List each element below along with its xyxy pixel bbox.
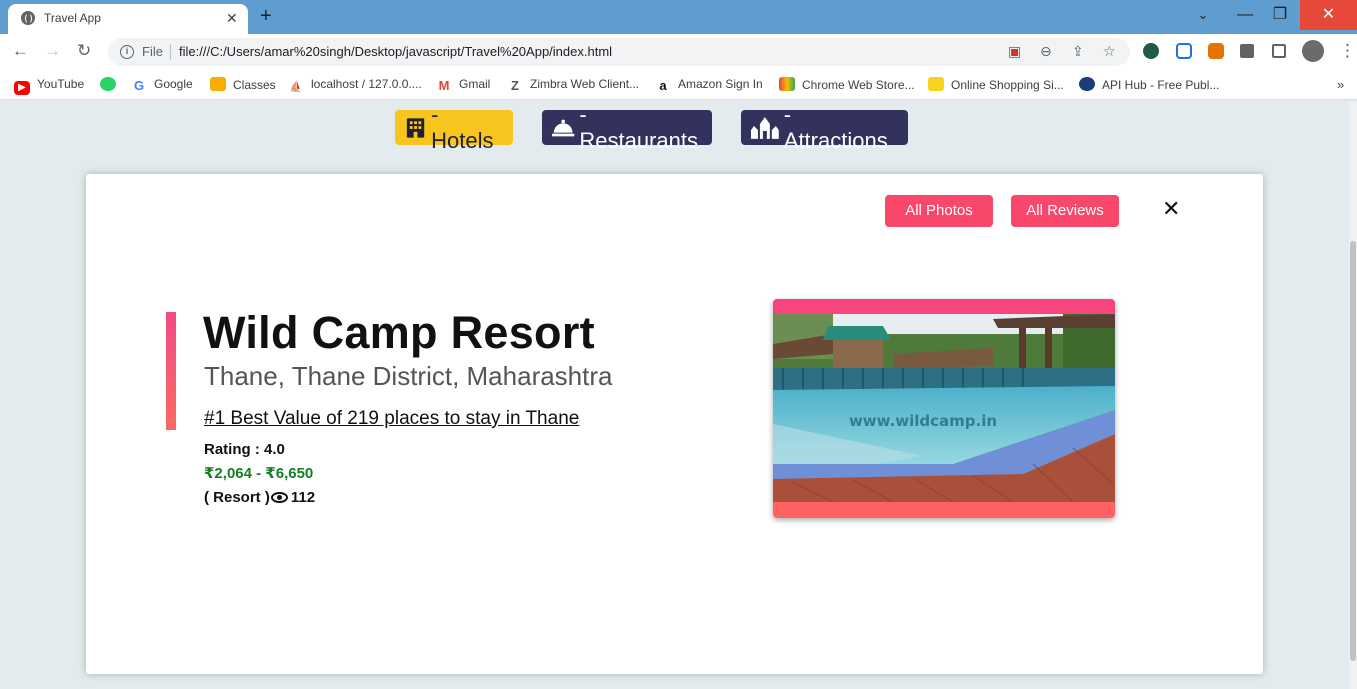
page-scrollbar[interactable] [1349, 101, 1357, 689]
place-photo-frame[interactable]: www.wildcamp.in [773, 299, 1115, 518]
menu-icon[interactable]: ⋮ [1339, 42, 1356, 60]
category-attractions-label: - Attractions [783, 101, 888, 153]
zoom-icon[interactable]: ⊖ [1040, 43, 1052, 60]
extension-icon[interactable] [1143, 43, 1159, 59]
browser-tab[interactable]: Travel App ✕ [8, 4, 248, 34]
place-type-views: ( Resort ) 112 [204, 489, 315, 506]
new-tab-button[interactable]: + [260, 6, 272, 26]
place-price: ₹2,064 - ₹6,650 [204, 465, 314, 482]
view-count: 112 [290, 489, 316, 506]
bookmarks-bar: ▶ YouTube G Google Classes ⛵ localhost / 12… [0, 70, 1357, 100]
bookmark-star-icon[interactable]: ☆ [1103, 43, 1116, 60]
place-title: Wild Camp Resort [203, 307, 595, 358]
back-arrow-icon[interactable]: ← [12, 42, 29, 60]
place-location: Thane, Thane District, Maharashtra [204, 361, 613, 391]
globe-icon [21, 11, 35, 25]
bookmark-apihub[interactable]: API Hub - Free Publ... [1079, 77, 1219, 92]
side-panel-icon[interactable] [1272, 44, 1286, 58]
category-restaurants-button[interactable]: - Restaurants [542, 102, 712, 153]
whatsapp-icon [100, 77, 116, 91]
zimbra-icon: Z [511, 78, 519, 93]
address-bar[interactable]: i File file:///C:/Users/amar%20singh/Des… [108, 38, 1130, 66]
youtube-icon: ▶ [14, 81, 30, 95]
gmail-icon: M [438, 78, 450, 93]
share-icon[interactable]: ⇪ [1072, 43, 1084, 60]
bookmark-classes[interactable]: Classes [210, 77, 276, 92]
window-close-button[interactable]: ✕ [1300, 0, 1357, 30]
bookmark-chrome-store[interactable]: Chrome Web Store... [779, 77, 915, 92]
forward-arrow-icon[interactable]: → [44, 42, 61, 60]
maximize-button[interactable]: ❐ [1258, 0, 1302, 30]
divider [170, 44, 171, 60]
accent-bar [166, 312, 176, 430]
photo-watermark: www.wildcamp.in [849, 412, 997, 430]
bookmark-zimbra[interactable]: Z Zimbra Web Client... [507, 77, 639, 93]
google-icon: G [133, 78, 145, 93]
bookmark-shopping[interactable]: Online Shopping Si... [928, 77, 1064, 92]
scheme-label: File [142, 44, 163, 59]
scrollbar-thumb[interactable] [1350, 241, 1356, 661]
tab-title: Travel App [44, 11, 101, 25]
browser-tab-bar: Travel App ✕ + ⌄ — ❐ ✕ [0, 0, 1357, 34]
screen-record-icon[interactable] [1176, 43, 1192, 59]
hotel-icon [406, 117, 425, 138]
category-attractions-button[interactable]: - Attractions [741, 102, 908, 153]
tab-search-icon[interactable]: ⌄ [1181, 0, 1225, 30]
reload-icon[interactable]: ↻ [77, 42, 91, 60]
apihub-icon [1079, 77, 1095, 91]
place-rating: Rating : 4.0 [204, 441, 285, 458]
bookmark-whatsapp[interactable] [100, 77, 123, 92]
avatar[interactable] [1302, 40, 1324, 62]
amazon-icon: a [659, 78, 667, 93]
classroom-icon [210, 77, 226, 91]
chrome-store-icon [779, 77, 795, 91]
bookmark-gmail[interactable]: M Gmail [436, 77, 491, 93]
page-content: - Hotels - Restaurants - Attractions All… [0, 101, 1357, 689]
more-bookmarks-icon[interactable]: » [1337, 77, 1344, 92]
place-ranking-link[interactable]: #1 Best Value of 219 places to stay in T… [204, 408, 579, 430]
bookmark-amazon[interactable]: a Amazon Sign In [655, 77, 762, 93]
all-reviews-button[interactable]: All Reviews [1011, 195, 1119, 227]
tab-close-button[interactable]: ✕ [226, 10, 238, 26]
category-hotels-label: - Hotels [431, 101, 494, 153]
landmark-icon [750, 116, 779, 139]
extension-icon[interactable] [1208, 43, 1224, 59]
resort-photo: www.wildcamp.in [773, 314, 1115, 502]
place-detail-card: All Photos All Reviews ✕ Wild Camp Resor… [86, 174, 1263, 674]
blocked-popup-icon[interactable]: ▣ [1008, 43, 1021, 60]
url-text[interactable]: file:///C:/Users/amar%20singh/Desktop/ja… [179, 44, 612, 59]
place-type: ( Resort ) [204, 489, 270, 506]
category-restaurants-label: - Restaurants [579, 101, 698, 153]
close-icon[interactable]: ✕ [1162, 196, 1180, 222]
bookmark-localhost[interactable]: ⛵ localhost / 127.0.0.... [288, 77, 422, 95]
browser-toolbar: ← → ↻ i File file:///C:/Users/amar%20sin… [0, 34, 1357, 70]
phpmyadmin-icon: ⛵ [289, 82, 303, 93]
info-icon[interactable]: i [120, 45, 134, 59]
puzzle-icon[interactable] [1240, 44, 1254, 58]
bookmark-youtube[interactable]: ▶ YouTube [14, 77, 84, 95]
bookmark-google[interactable]: G Google [131, 77, 193, 93]
flipkart-icon [928, 77, 944, 91]
all-photos-button[interactable]: All Photos [885, 195, 993, 227]
category-hotels-button[interactable]: - Hotels [395, 102, 513, 153]
service-bell-icon [551, 119, 575, 136]
eye-icon [270, 492, 288, 503]
